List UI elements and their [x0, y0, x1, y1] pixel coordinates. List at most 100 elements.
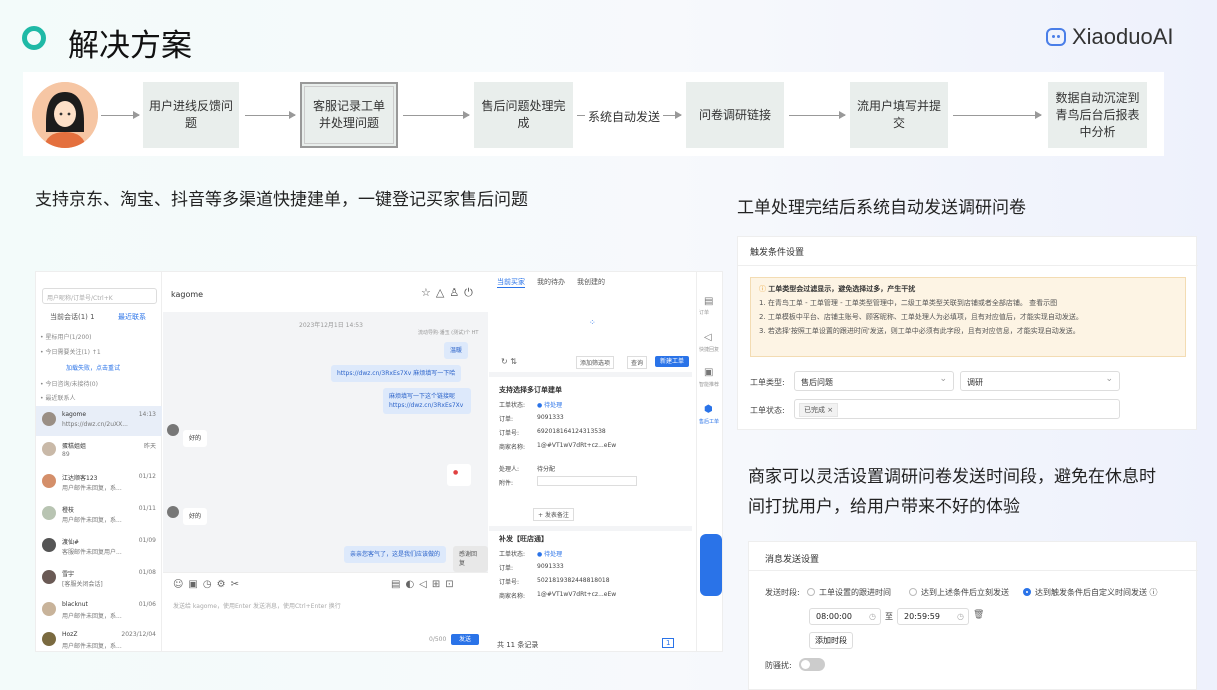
ticket-field-value: ● 待处理: [537, 551, 563, 558]
filter-select[interactable]: 添加筛选项: [576, 356, 615, 369]
avatar: [167, 506, 179, 518]
end-time-value: 20:59:59: [904, 612, 940, 621]
contact-item[interactable]: 蛋糕姐姐 昨天 89: [36, 436, 162, 466]
ticket-subtype-select[interactable]: 调研: [960, 371, 1120, 391]
contact-item[interactable]: 江达顺客123 01/12 用户邮件未回复，系...: [36, 468, 162, 498]
warning-box: ⓘ 工单类型会过滤显示，避免选择过多，产生干扰 1. 在青鸟工单 - 工单管理 …: [750, 277, 1186, 357]
emoji-toolbar-icons[interactable]: ☺▣◷⚙✂: [173, 579, 244, 590]
ticket-field-label: 订单号:: [499, 579, 520, 586]
flow-arrow: [789, 111, 846, 119]
loading-icon: ⁘: [589, 318, 596, 327]
radio-option[interactable]: 工单设置的跟进时间: [807, 587, 891, 598]
radio-option[interactable]: 达到上述条件后立刻发送: [909, 587, 1009, 598]
radio-icon: [807, 588, 815, 596]
radio-label: 工单设置的跟进时间: [819, 588, 891, 597]
create-ticket-button[interactable]: 新建工单: [655, 356, 689, 367]
tools-toolbar-icons[interactable]: ▤◐◁⊞⊡: [391, 579, 459, 590]
sender-label: 流动导购·潘玉 (测试)个 HT: [418, 330, 479, 336]
avatar: [42, 570, 56, 584]
message-input[interactable]: 发送给 kagome，使用Enter 发送消息，使用Ctrl+Enter 换行: [173, 601, 341, 610]
anti-disturb-label: 防骚扰:: [765, 661, 792, 670]
send-button[interactable]: 发送: [451, 634, 479, 645]
contact-item[interactable]: kagome 14:13 https://dwz.cn/2uXX...: [36, 406, 162, 436]
contact-search-input[interactable]: 用户昵称/订单号/Ctrl+K: [42, 288, 157, 304]
location-pin-icon[interactable]: ●: [447, 464, 471, 486]
chat-date: 2023年12月1日 14:53: [299, 322, 363, 329]
to-label: 至: [885, 612, 893, 621]
page-title: 解决方案: [68, 28, 192, 64]
avatar: [42, 412, 56, 426]
warning-line: 3. 若选择'按照工单设置的跟进时间'发送，则工单中必须有此字段，且有对应信息，…: [759, 327, 1080, 335]
robot-assistant-icon[interactable]: [700, 534, 722, 596]
status-tag: 已完成: [804, 406, 825, 414]
title-ring-icon: [22, 26, 46, 50]
ticket-field-value: 692018164124313538: [537, 428, 606, 435]
recommend-icon[interactable]: ▣: [704, 367, 713, 378]
logo: XiaoduoAI: [1046, 24, 1174, 50]
send-icon[interactable]: ◁: [704, 332, 712, 343]
add-remark-button[interactable]: + 发表备注: [533, 508, 574, 521]
ticket-status-select[interactable]: 已完成 ×: [794, 399, 1120, 419]
contact-list-panel: 用户昵称/订单号/Ctrl+K 当前会话(1) 1 最近联系 • 星标用户(1/…: [36, 272, 162, 651]
page-number[interactable]: 1: [662, 638, 675, 648]
trigger-settings-screenshot: 触发条件设置 ⓘ 工单类型会过滤显示，避免选择过多，产生干扰 1. 在青鸟工单 …: [737, 236, 1198, 430]
ticket-field-value: ● 待处理: [537, 402, 563, 409]
rail-label: 订单: [699, 310, 710, 316]
ticket-type-label: 工单类型:: [750, 378, 785, 387]
start-time-value: 08:00:00: [816, 612, 852, 621]
section-unanswered[interactable]: • 今日咨询/未接待(0): [40, 379, 98, 388]
order-icon[interactable]: ▤: [704, 296, 713, 307]
warning-icon: ⓘ: [759, 285, 769, 293]
contact-item[interactable]: 橙枝 01/11 用户邮件未回复，系...: [36, 500, 162, 530]
section-today[interactable]: • 今日需要关注(1) ↑1: [40, 347, 101, 356]
chat-message[interactable]: https://dwz.cn/3RxEs7Xv 麻烦填写一下哈: [331, 365, 462, 382]
ticket-status-label: 工单状态:: [750, 406, 785, 415]
ticket-field-label: 商家名称:: [499, 444, 526, 451]
flow-step: 问卷调研链接: [686, 82, 784, 148]
chat-message[interactable]: 麻烦填写一下这个链接呢 https://dwz.cn/3RxEs7Xv: [383, 388, 471, 414]
flow-arrow: [953, 111, 1042, 119]
ticket-title: 支持选择多订单建单: [499, 386, 562, 394]
refresh-icon[interactable]: ↻ ⇅: [501, 357, 517, 366]
flow-step: 数据自动沉淀到青鸟后台后报表中分析: [1048, 82, 1147, 148]
tab-current-buyer[interactable]: 当前买家: [497, 277, 525, 288]
tab-recent[interactable]: 最近联系: [118, 312, 146, 322]
warning-title: 工单类型会过滤显示，避免选择过多，产生干扰: [768, 285, 916, 293]
section-recent[interactable]: • 最近联系人: [40, 393, 75, 402]
ticket-field-label: 订单:: [499, 416, 514, 423]
contact-item[interactable]: blacknut 01/06 用户邮件未回复，系...: [36, 596, 162, 626]
chat-toolbar-icons[interactable]: ☆△♙⏻: [421, 286, 478, 300]
contact-item[interactable]: 雪宇 01/08 [客服关闭会话]: [36, 564, 162, 594]
section-starred[interactable]: • 星标用户(1/200): [40, 332, 91, 341]
query-button[interactable]: 查询: [627, 356, 648, 369]
ticket-field-value: 9091333: [537, 414, 564, 421]
chat-message: 亲亲您客气了，这是我们应该做的: [344, 546, 447, 563]
start-time-input[interactable]: 08:00:00 ◷: [809, 608, 881, 625]
ticket-field-value: 1@#VT1wV7dRt+cz...eEw: [537, 591, 617, 598]
ticket-icon[interactable]: ⬢: [704, 404, 713, 415]
delete-icon[interactable]: 🗑: [973, 610, 984, 620]
ticket-field-value: 1@#VT1wV7dRt+cz...eEw: [537, 442, 617, 449]
rail-label: 智能推荐: [699, 382, 720, 388]
avatar: [42, 506, 56, 520]
attachment-select[interactable]: [537, 476, 637, 486]
radio-option-selected[interactable]: 达到触发条件后自定义时间发送 ⓘ: [1023, 587, 1158, 598]
message-input-area[interactable]: ☺▣◷⚙✂ ▤◐◁⊞⊡ 发送给 kagome，使用Enter 发送消息，使用Ct…: [163, 572, 488, 651]
ticket-panel: 当前买家 我的待办 我创建的 ⁘ ↻ ⇅ 添加筛选项 查询 新建工单 支持选择多…: [489, 272, 692, 651]
avatar: [42, 442, 56, 456]
flow-step: 客服记录工单并处理问题: [300, 82, 398, 148]
radio-label: 达到上述条件后立刻发送: [921, 588, 1009, 597]
tab-created[interactable]: 我创建的: [577, 277, 605, 287]
ticket-type-select[interactable]: 售后问题: [794, 371, 954, 391]
tab-current-chats[interactable]: 当前会话(1) 1: [50, 312, 95, 322]
tab-my-todo[interactable]: 我的待办: [537, 277, 565, 287]
process-flow: 用户进线反馈问题 客服记录工单并处理问题 售后问题处理完成 系统自动发送 问卷调…: [23, 72, 1164, 156]
radio-checked-icon: [1023, 588, 1031, 596]
contact-item[interactable]: HozZ 2023/12/04 用户邮件未回复，系...: [36, 626, 162, 651]
right-icon-rail: ▤ 订单 ◁ 快捷回复 ▣ 智能推荐 ⬢ 售后工单: [696, 272, 722, 651]
reload-link[interactable]: 加载失败，点击重试: [66, 363, 120, 372]
add-period-button[interactable]: 添加时段: [809, 632, 853, 649]
anti-disturb-toggle[interactable]: [799, 658, 825, 671]
end-time-input[interactable]: 20:59:59 ◷: [897, 608, 969, 625]
contact-item[interactable]: 渡仙# 01/09 客服邮件未回复用户...: [36, 532, 162, 562]
